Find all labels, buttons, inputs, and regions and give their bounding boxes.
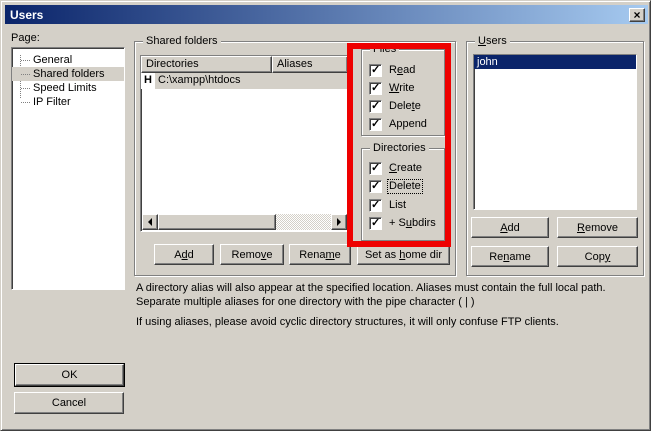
alias-note-paragraph: A directory alias will also appear at th… — [136, 281, 648, 309]
checkbox-checked-icon[interactable] — [369, 217, 382, 230]
folder-remove-button[interactable]: Remove — [220, 244, 284, 265]
page-item-label: IP Filter — [33, 96, 71, 108]
alias-notes: A directory alias will also appear at th… — [136, 281, 648, 329]
user-name: john — [477, 56, 498, 68]
button-label: Rename — [489, 251, 531, 263]
dirs-delete-checkbox-row[interactable]: Delete — [369, 179, 422, 193]
directory-path: C:\xampp\htdocs — [155, 73, 348, 89]
page-item-ip-filter[interactable]: IP Filter — [12, 95, 124, 109]
checkbox-label: Create — [388, 162, 423, 175]
button-label: Cancel — [52, 397, 86, 409]
checkbox-label: Write — [388, 82, 415, 95]
button-label: Rename — [299, 249, 341, 261]
checkbox-checked-icon[interactable] — [369, 162, 382, 175]
dirs-subdirs-checkbox-row[interactable]: + Subdirs — [369, 216, 437, 230]
title-bar[interactable]: Users × — [5, 5, 648, 24]
button-label: Copy — [585, 251, 611, 263]
users-dialog: Users × Page: General Shared folders Spe… — [0, 0, 651, 431]
scrollbar-thumb[interactable] — [158, 214, 276, 230]
checkbox-checked-icon[interactable] — [369, 64, 382, 77]
set-as-home-dir-button[interactable]: Set as home dir — [357, 244, 450, 265]
files-delete-checkbox-row[interactable]: Delete — [369, 99, 422, 113]
page-item-label: Speed Limits — [33, 82, 97, 94]
shared-folders-group-label: Shared folders — [143, 35, 221, 47]
checkbox-label: Read — [388, 64, 416, 77]
checkbox-label: List — [388, 199, 407, 212]
ok-button[interactable]: OK — [15, 364, 124, 386]
checkbox-checked-icon[interactable] — [369, 180, 382, 193]
button-label: Remove — [577, 222, 618, 234]
column-header-aliases[interactable]: Aliases — [272, 56, 348, 73]
user-rename-button[interactable]: Rename — [471, 246, 549, 267]
column-header-directories[interactable]: Directories — [141, 56, 272, 73]
users-list[interactable]: john — [473, 54, 637, 210]
table-header: Directories Aliases — [141, 56, 348, 73]
directories-table[interactable]: Directories Aliases H C:\xampp\htdocs — [140, 55, 349, 232]
user-copy-button[interactable]: Copy — [557, 246, 638, 267]
page-item-speed-limits[interactable]: Speed Limits — [12, 81, 124, 95]
close-button[interactable]: × — [629, 8, 645, 22]
checkbox-checked-icon[interactable] — [369, 118, 382, 131]
directories-group-label: Directories — [370, 142, 429, 154]
window-title: Users — [10, 8, 43, 22]
page-item-label: General — [33, 54, 72, 66]
directories-permissions-group: Directories Create Delete List + Subdirs — [361, 148, 445, 241]
files-group-label: Files — [370, 43, 399, 55]
horizontal-scrollbar[interactable] — [142, 214, 347, 230]
users-group-label: Users — [475, 35, 510, 47]
home-flag: H — [141, 73, 155, 89]
scroll-right-button[interactable] — [331, 214, 347, 230]
checkbox-label: + Subdirs — [388, 217, 437, 230]
checkbox-checked-icon[interactable] — [369, 82, 382, 95]
dirs-list-checkbox-row[interactable]: List — [369, 198, 407, 212]
button-label: Remove — [232, 249, 273, 261]
cancel-button[interactable]: Cancel — [14, 392, 124, 414]
files-write-checkbox-row[interactable]: Write — [369, 81, 415, 95]
page-item-general[interactable]: General — [12, 53, 124, 67]
checkbox-checked-icon[interactable] — [369, 100, 382, 113]
button-label: Set as home dir — [365, 249, 442, 261]
user-list-item[interactable]: john — [474, 55, 636, 69]
files-read-checkbox-row[interactable]: Read — [369, 63, 416, 77]
button-label: OK — [62, 369, 78, 381]
alias-note-paragraph: If using aliases, please avoid cyclic di… — [136, 315, 648, 329]
page-item-label: Shared folders — [33, 68, 105, 80]
user-add-button[interactable]: Add — [471, 217, 549, 238]
table-row[interactable]: H C:\xampp\htdocs — [141, 73, 348, 89]
checkbox-label: Append — [388, 118, 428, 131]
checkbox-label: Delete — [388, 100, 422, 113]
scroll-right-icon — [337, 218, 341, 226]
page-list[interactable]: General Shared folders Speed Limits IP F… — [11, 47, 125, 290]
page-item-shared-folders[interactable]: Shared folders — [12, 67, 124, 81]
button-label: Add — [500, 222, 520, 234]
page-label: Page: — [11, 32, 40, 44]
files-permissions-group: Files Read Write Delete Append — [361, 49, 445, 136]
close-icon: × — [633, 10, 640, 20]
folder-add-button[interactable]: Add — [154, 244, 214, 265]
scrollbar-track[interactable] — [276, 214, 331, 230]
files-append-checkbox-row[interactable]: Append — [369, 117, 428, 131]
folder-rename-button[interactable]: Rename — [289, 244, 351, 265]
button-label: Add — [174, 249, 194, 261]
scroll-left-button[interactable] — [142, 214, 158, 230]
user-remove-button[interactable]: Remove — [557, 217, 638, 238]
dirs-create-checkbox-row[interactable]: Create — [369, 161, 423, 175]
checkbox-checked-icon[interactable] — [369, 199, 382, 212]
scroll-left-icon — [148, 218, 152, 226]
checkbox-label: Delete — [388, 180, 422, 193]
